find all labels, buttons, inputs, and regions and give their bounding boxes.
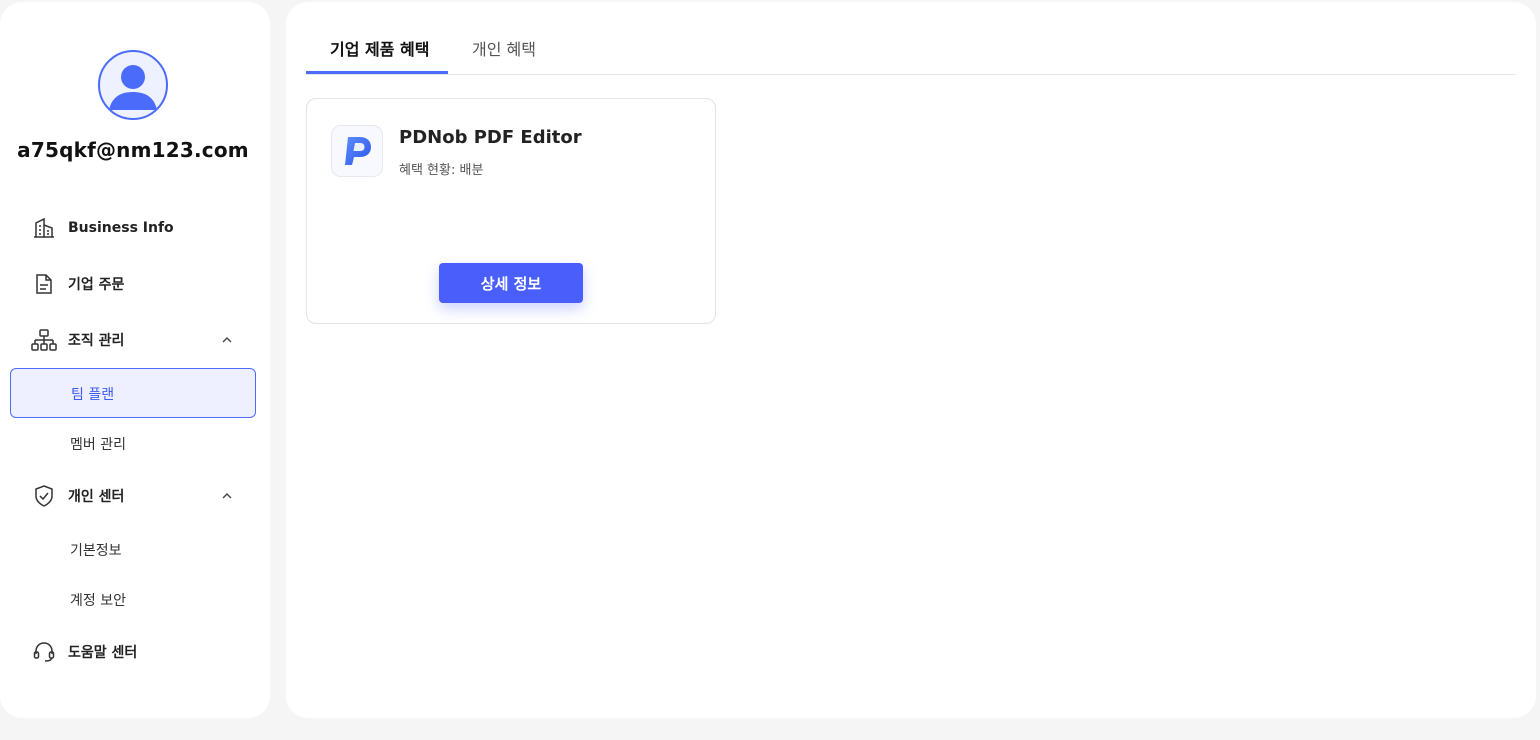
tab-bar: 기업 제품 혜택 개인 혜택	[306, 2, 1516, 75]
sidebar-subitem-member-management[interactable]: 멤버 관리	[70, 434, 126, 454]
sidebar-item-personal-center[interactable]: 개인 센터	[30, 482, 250, 510]
product-status: 혜택 현황: 배분	[399, 163, 484, 178]
sidebar-item-label: Business Info	[68, 220, 174, 236]
product-name: PDNob PDF Editor	[399, 127, 582, 148]
sidebar-subitem-account-security[interactable]: 계정 보안	[70, 590, 126, 610]
product-card: PDNob PDF Editor 혜택 현황: 배분 상세 정보	[306, 98, 716, 324]
headset-icon	[30, 638, 58, 666]
sidebar-item-label: 개인 센터	[68, 489, 125, 505]
sidebar-item-label: 조직 관리	[68, 333, 125, 349]
sidebar-item-help-center[interactable]: 도움말 센터	[30, 638, 250, 666]
sidebar-item-business-info[interactable]: Business Info	[30, 214, 250, 242]
org-chart-icon	[30, 326, 58, 354]
detail-info-button[interactable]: 상세 정보	[439, 263, 583, 303]
avatar-icon[interactable]	[98, 50, 168, 120]
sidebar-item-org-management[interactable]: 조직 관리	[30, 326, 250, 354]
main-panel: 기업 제품 혜택 개인 혜택 PDNob PDF Editor 혜택 현황: 배…	[286, 2, 1536, 718]
shield-check-icon	[30, 482, 58, 510]
sidebar-subitem-label: 팀 플랜	[71, 387, 115, 403]
sidebar-item-label: 도움말 센터	[68, 645, 138, 661]
building-icon	[30, 214, 58, 242]
tab-personal-benefits[interactable]: 개인 혜택	[472, 36, 536, 60]
sidebar-item-business-orders[interactable]: 기업 주문	[30, 270, 250, 298]
sidebar: a75qkf@nm123.com Business Info 기업 주문 조직 …	[0, 2, 270, 718]
tab-business-benefits[interactable]: 기업 제품 혜택	[330, 36, 429, 60]
active-tab-indicator	[306, 71, 448, 74]
chevron-up-icon[interactable]	[220, 489, 234, 503]
pdnob-logo-icon	[331, 125, 383, 177]
document-icon	[30, 270, 58, 298]
chevron-up-icon[interactable]	[220, 333, 234, 347]
user-email: a75qkf@nm123.com	[17, 138, 249, 162]
sidebar-subitem-team-plan[interactable]: 팀 플랜	[10, 368, 256, 418]
sidebar-subitem-basic-info[interactable]: 기본정보	[70, 540, 122, 560]
sidebar-item-label: 기업 주문	[68, 277, 125, 293]
